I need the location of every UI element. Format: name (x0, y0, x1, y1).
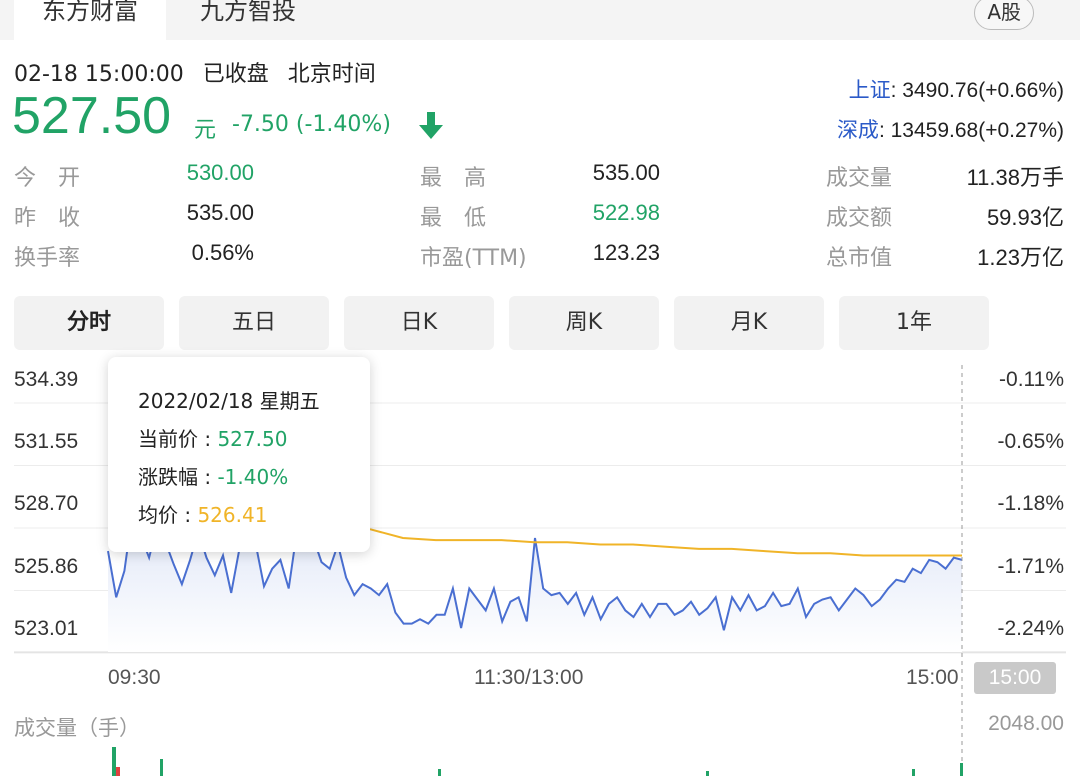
down-arrow-icon (419, 112, 443, 139)
x-label: 15:00 (906, 666, 959, 689)
high-value: 535.00 (592, 160, 660, 185)
tab-five-day[interactable]: 五日 (179, 296, 329, 350)
index-name: 上证 (848, 78, 891, 102)
index-value: : 13459.68(+0.27%) (878, 119, 1064, 142)
price-unit: 元 (194, 118, 217, 143)
index-shenzhen[interactable]: 深成: 13459.68(+0.27%) (837, 114, 1064, 144)
volume-value: 11.38万手 (966, 165, 1064, 190)
y-label: 534.39 (14, 368, 79, 391)
tooltip-price-label: 当前价 : (138, 427, 218, 451)
pe-label: 市盈(TTM) (420, 246, 527, 271)
tab-jiufang[interactable]: 九方智投 (200, 0, 296, 40)
low-value: 522.98 (592, 200, 660, 225)
tooltip-avg-label: 均价 : (138, 503, 198, 527)
market-cap-label: 总市值 (826, 246, 893, 271)
tooltip-date: 2022/02/18 星期五 (138, 389, 320, 413)
volume-bar (116, 767, 120, 776)
open-label: 今 开 (14, 166, 81, 191)
tooltip-avg: 均价 : 526.41 (138, 499, 267, 528)
tooltip-change-label: 涨跌幅 : (138, 465, 218, 489)
prev-close-value: 535.00 (186, 200, 254, 225)
chart-tooltip: 2022/02/18 星期五 当前价 : 527.50 涨跌幅 : -1.40%… (108, 357, 370, 552)
market-badge[interactable]: A股 (974, 0, 1034, 30)
tab-one-year[interactable]: 1年 (839, 296, 989, 350)
tab-intraday[interactable]: 分时 (14, 296, 164, 350)
current-price: 527.50 (12, 87, 172, 145)
y-pct-label: -0.65% (997, 430, 1064, 453)
volume-label: 成交量 (826, 166, 893, 191)
volume-section-label: 成交量（手） (14, 716, 140, 740)
index-value: : 3490.76(+0.66%) (890, 79, 1064, 102)
amount-value: 59.93亿 (986, 205, 1064, 230)
quote-time: 02-18 15:00:00 已收盘 北京时间 (14, 56, 376, 88)
y-pct-label: -0.11% (999, 368, 1064, 391)
open-value: 530.00 (186, 160, 254, 185)
market-cap-value: 1.23万亿 (977, 245, 1064, 270)
tab-weekly-k[interactable]: 周K (509, 296, 659, 350)
tooltip-price: 当前价 : 527.50 (138, 423, 287, 452)
crosshair-time-badge: 15:00 (974, 662, 1056, 694)
y-pct-label: -1.71% (997, 555, 1064, 578)
index-name: 深成 (836, 118, 879, 142)
y-pct-label: -2.24% (997, 617, 1064, 640)
index-shanghai[interactable]: 上证: 3490.76(+0.66%) (849, 74, 1064, 104)
volume-bar (706, 771, 709, 776)
prev-close-label: 昨 收 (14, 206, 81, 231)
y-label: 523.01 (14, 617, 79, 640)
low-label: 最 低 (420, 206, 487, 231)
market-status: 已收盘 (202, 62, 269, 87)
x-label: 09:30 (108, 666, 161, 689)
volume-bar (160, 759, 163, 776)
tooltip-change: 涨跌幅 : -1.40% (138, 461, 288, 490)
turnover-label: 换手率 (14, 246, 81, 271)
volume-max-label: 2048.00 (988, 712, 1064, 735)
tooltip-change-value: -1.40% (217, 465, 289, 489)
tab-monthly-k[interactable]: 月K (674, 296, 824, 350)
volume-bar (438, 769, 441, 776)
timezone: 北京时间 (287, 62, 376, 87)
high-label: 最 高 (420, 166, 487, 191)
timestamp: 02-18 15:00:00 (14, 62, 184, 87)
tooltip-avg-value: 526.41 (197, 503, 268, 527)
amount-label: 成交额 (826, 206, 893, 231)
y-label: 531.55 (14, 430, 79, 453)
price-change: -7.50 (-1.40%) (232, 112, 391, 137)
pe-value: 123.23 (592, 240, 660, 265)
y-label: 528.70 (14, 492, 79, 515)
y-label: 525.86 (14, 555, 79, 578)
volume-bar (912, 769, 915, 776)
volume-bar (112, 747, 116, 776)
top-tab-bar: 东方财富 九方智投 A股 (0, 0, 1080, 40)
volume-bar (960, 763, 963, 776)
tab-daily-k[interactable]: 日K (344, 296, 494, 350)
turnover-value: 0.56% (191, 240, 254, 265)
tooltip-price-value: 527.50 (217, 427, 288, 451)
y-pct-label: -1.18% (997, 492, 1064, 515)
tab-eastmoney[interactable]: 东方财富 (14, 0, 166, 40)
average-line (369, 528, 962, 557)
volume-bars (112, 747, 963, 776)
x-label: 11:30/13:00 (474, 666, 584, 689)
